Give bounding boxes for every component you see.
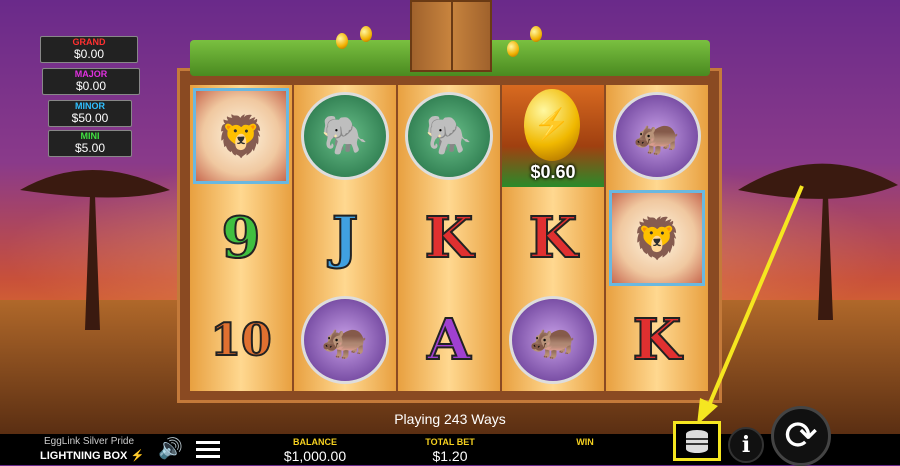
golden-egg: ⚡ $0.60: [502, 85, 604, 187]
symbol-lion: 🦁: [606, 187, 708, 289]
spin-button[interactable]: ⟳: [771, 406, 831, 466]
symbol-label: J: [331, 204, 359, 272]
egg-icon: [336, 33, 348, 49]
reel-2: 🐘 J 🦛: [294, 85, 396, 391]
total-bet-label: TOTAL BET: [425, 437, 475, 447]
symbol-9: 9: [190, 187, 292, 289]
symbol-K: K: [502, 187, 604, 289]
symbol-lion: 🦁: [190, 85, 292, 187]
symbol-label: 10: [209, 314, 272, 367]
game-name: EggLink Silver Pride: [44, 436, 135, 447]
jackpot-label: MINI: [80, 131, 100, 141]
jackpot-grand: GRAND $0.00: [40, 36, 138, 63]
egg-icon: [530, 26, 542, 42]
spin-icon: ⟳: [784, 414, 818, 458]
jackpot-value: $0.00: [75, 79, 107, 93]
total-bet: TOTAL BET $1.20: [410, 437, 490, 464]
symbol-K: K: [398, 187, 500, 289]
symbol-label: K: [528, 204, 579, 272]
egg-amount: $0.60: [530, 162, 576, 182]
jackpot-label: MINOR: [75, 101, 105, 111]
hippo-icon: 🦛: [509, 296, 597, 384]
hippo-icon: 🦛: [613, 92, 701, 180]
info-button[interactable]: i: [728, 427, 764, 463]
jackpot-mini: MINI $5.00: [48, 130, 132, 157]
symbol-label: K: [632, 306, 683, 374]
hippo-icon: 🦛: [301, 296, 389, 384]
egg-icon: [507, 41, 519, 57]
reel-3: 🐘 K A: [398, 85, 500, 391]
reel-4: ⚡ $0.60 K 🦛: [502, 85, 604, 391]
symbol-elephant: 🐘: [294, 85, 396, 187]
symbol-hippo: 🦛: [606, 85, 708, 187]
lion-icon: 🦁: [609, 190, 705, 286]
acacia-tree-left: [20, 170, 170, 330]
elephant-icon: 🐘: [405, 92, 493, 180]
menu-icon[interactable]: [196, 441, 220, 462]
win: WIN: [560, 437, 610, 448]
symbol-A: A: [398, 289, 500, 391]
symbol-10: 10: [190, 289, 292, 391]
jackpot-value: $0.00: [73, 47, 105, 61]
control-bar: EggLink Silver Pride LIGHTNING BOX ⚡ 🔊 B…: [0, 434, 900, 465]
balance: BALANCE $1,000.00: [272, 437, 358, 464]
symbol-J: J: [294, 187, 396, 289]
jackpot-minor: MINOR $50.00: [48, 100, 132, 127]
balance-value: $1,000.00: [283, 448, 347, 464]
symbol-golden-egg: ⚡ $0.60: [502, 85, 604, 187]
symbol-label: 9: [221, 204, 262, 272]
speaker-icon[interactable]: 🔊: [158, 439, 183, 459]
jackpot-label: MAJOR: [74, 69, 108, 79]
symbol-hippo: 🦛: [294, 289, 396, 391]
wooden-gate: [410, 0, 492, 72]
acacia-tree-right: [738, 163, 898, 320]
lion-icon: 🦁: [193, 88, 289, 184]
reel-5: 🦛 🦁 K: [606, 85, 708, 391]
balance-label: BALANCE: [293, 437, 337, 447]
symbol-label: A: [426, 306, 471, 374]
coins-icon: [686, 430, 708, 453]
symbol-label: K: [424, 204, 475, 272]
jackpot-major: MAJOR $0.00: [42, 68, 140, 95]
brand-text: LIGHTNING BOX: [40, 450, 128, 462]
ways-text: Playing 243 Ways: [394, 411, 506, 427]
jackpot-value: $50.00: [71, 111, 109, 125]
jackpot-label: GRAND: [72, 37, 106, 47]
total-bet-value: $1.20: [432, 448, 468, 464]
bet-coins-button[interactable]: [673, 421, 721, 461]
reel-grid: 🦁 9 10 🐘 J 🦛 🐘 K A ⚡ $0.60 K 🦛 🦛 🦁 K: [190, 85, 710, 391]
symbol-hippo: 🦛: [502, 289, 604, 391]
symbol-elephant: 🐘: [398, 85, 500, 187]
elephant-icon: 🐘: [301, 92, 389, 180]
jackpot-value: $5.00: [74, 141, 106, 155]
reel-1: 🦁 9 10: [190, 85, 292, 391]
win-label: WIN: [576, 437, 594, 447]
symbol-K: K: [606, 289, 708, 391]
egg-icon: [360, 26, 372, 42]
lightning-icon: ⚡: [130, 450, 145, 462]
lightning-icon: ⚡: [524, 89, 580, 161]
brand-logo: LIGHTNING BOX ⚡: [40, 449, 144, 462]
